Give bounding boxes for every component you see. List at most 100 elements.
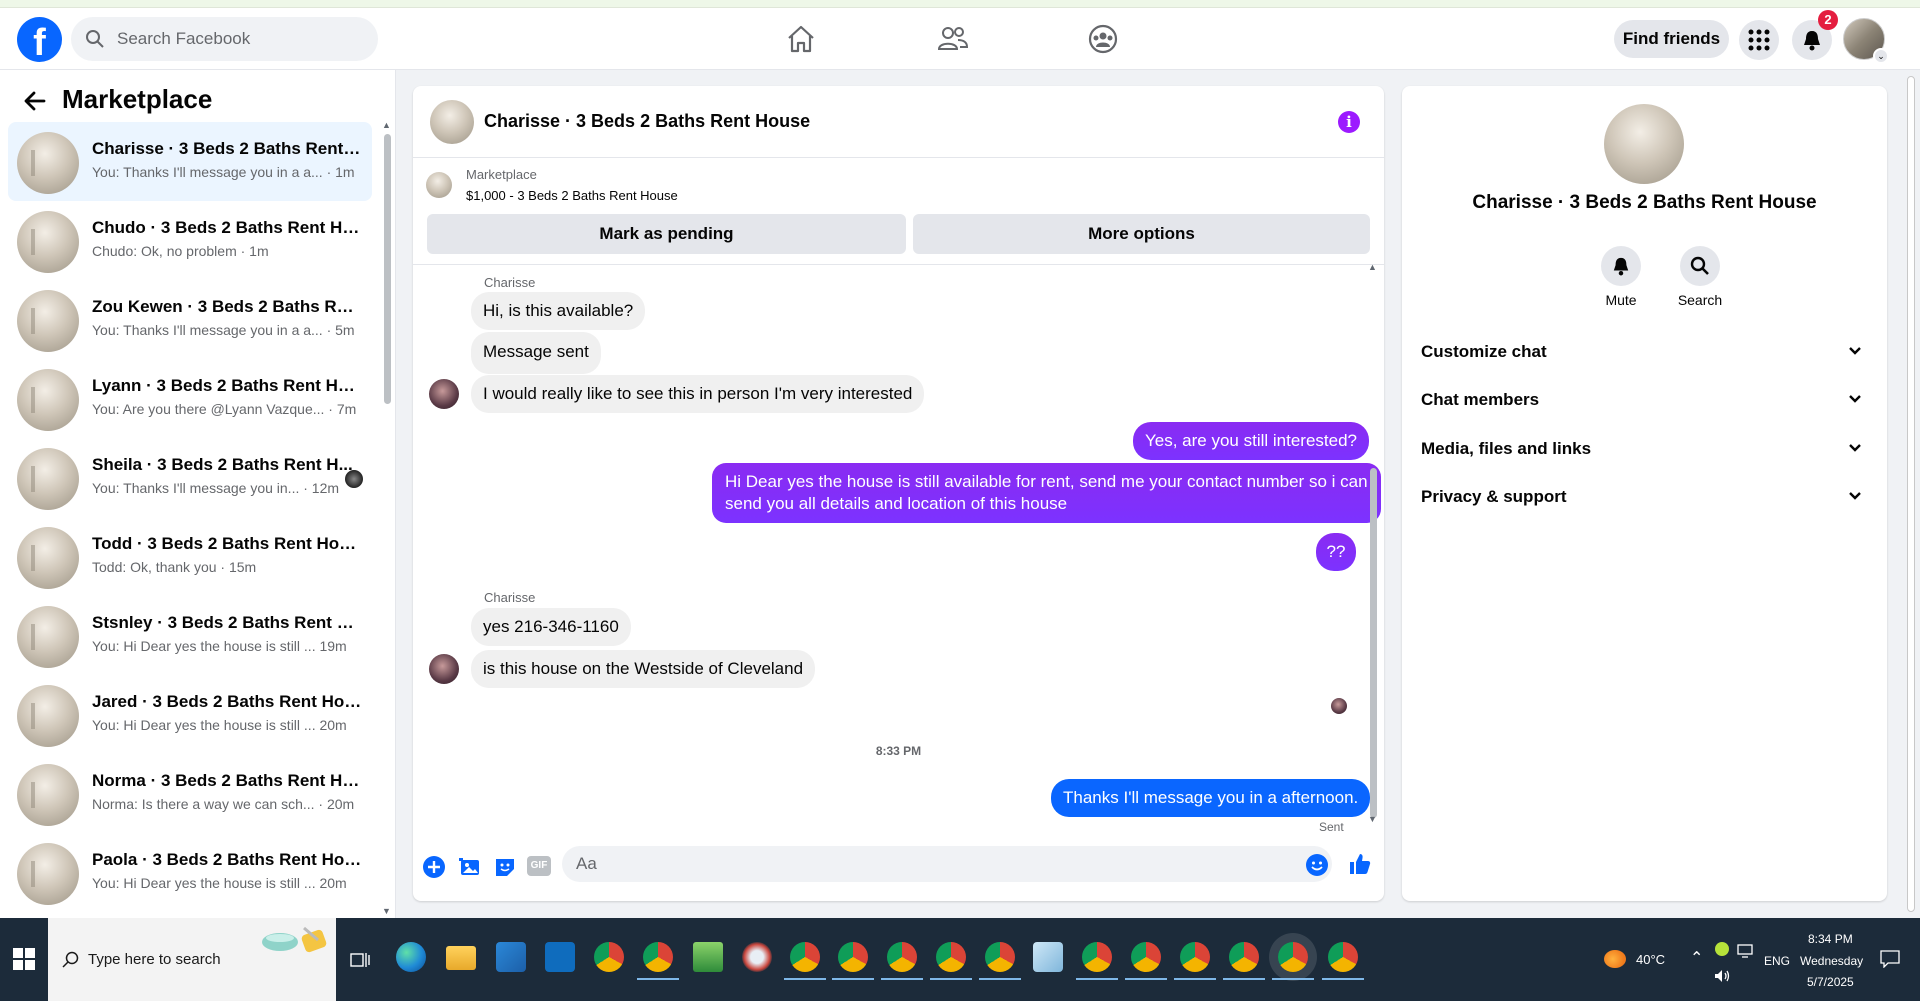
sender-avatar[interactable]: [429, 654, 459, 684]
scroll-down-icon[interactable]: ▼: [382, 906, 391, 916]
chrome-profile-icon[interactable]: [1076, 942, 1118, 980]
mute-button[interactable]: Mute: [1586, 246, 1656, 308]
chat-title[interactable]: Charisse · 3 Beds 2 Baths Rent House: [484, 111, 810, 132]
sender-name: Charisse: [484, 590, 536, 605]
message-bubble-outgoing[interactable]: Thanks I'll message you in a afternoon.: [1051, 779, 1371, 817]
conversation-item[interactable]: Todd · 3 Beds 2 Baths Rent House Todd: O…: [8, 517, 372, 596]
listing-price-title[interactable]: $1,000 - 3 Beds 2 Baths Rent House: [466, 188, 678, 203]
chat-members-row[interactable]: Chat members: [1418, 380, 1874, 420]
find-friends-button[interactable]: Find friends: [1614, 20, 1729, 58]
message-bubble-incoming[interactable]: is this house on the Westside of Clevela…: [471, 650, 816, 688]
windows-start-icon[interactable]: [13, 948, 35, 970]
language-indicator[interactable]: ENG: [1764, 954, 1790, 968]
file-explorer-icon[interactable]: [446, 946, 476, 970]
conversation-item[interactable]: Stsnley · 3 Beds 2 Baths Rent Ho... You:…: [8, 596, 372, 675]
scroll-down-icon[interactable]: ▼: [1368, 814, 1377, 824]
search-facebook[interactable]: [71, 17, 378, 61]
conversation-item[interactable]: Paola · 3 Beds 2 Baths Rent House You: H…: [8, 833, 372, 912]
customize-chat-row[interactable]: Customize chat: [1418, 332, 1874, 372]
thumbs-up-icon[interactable]: [1348, 852, 1372, 876]
scroll-up-icon[interactable]: ▲: [1368, 262, 1377, 272]
message-bubble-incoming[interactable]: I would really like to see this in perso…: [471, 375, 925, 413]
scroll-up-icon[interactable]: ▲: [382, 120, 391, 130]
emoji-icon[interactable]: [1305, 853, 1329, 877]
search-conversation-button[interactable]: Search: [1665, 246, 1735, 308]
network-icon[interactable]: [1737, 944, 1755, 958]
chrome-icon[interactable]: [594, 942, 624, 972]
chrome-profile-icon[interactable]: [784, 942, 826, 980]
listing-thumbnail: [17, 211, 79, 273]
chrome-profile-icon[interactable]: [832, 942, 874, 980]
conversation-item[interactable]: Charisse · 3 Beds 2 Baths Rent H... You:…: [8, 122, 372, 201]
chevron-up-icon[interactable]: ⌃: [1690, 948, 1703, 968]
weather-icon[interactable]: [1604, 950, 1626, 968]
plus-circle-icon[interactable]: [422, 855, 446, 879]
message-bubble-incoming[interactable]: Hi, is this available?: [471, 292, 646, 330]
browser-top-strip: [0, 0, 1920, 8]
task-view-icon[interactable]: [350, 950, 370, 970]
scrollbar-thumb[interactable]: [1370, 468, 1377, 818]
page-scrollbar[interactable]: [1902, 70, 1920, 918]
clock-day[interactable]: Wednesday: [1800, 954, 1863, 968]
chrome-profile-icon[interactable]: [881, 942, 923, 980]
edge-browser-icon[interactable]: [396, 942, 426, 972]
chrome-profile-icon[interactable]: [1174, 942, 1216, 980]
tray-status-icon[interactable]: [1715, 942, 1729, 956]
taskbar-search[interactable]: Type here to search: [48, 918, 336, 1001]
clock-date[interactable]: 5/7/2025: [1807, 975, 1854, 989]
friends-icon[interactable]: [936, 22, 970, 56]
message-bubble-incoming[interactable]: Message sent: [471, 332, 601, 374]
notes-app-icon[interactable]: [693, 942, 723, 972]
clock-time[interactable]: 8:34 PM: [1808, 932, 1853, 946]
mark-as-pending-button[interactable]: Mark as pending: [427, 214, 906, 254]
message-bubble-outgoing[interactable]: Yes, are you still interested?: [1133, 422, 1369, 460]
chrome-profile-icon[interactable]: [1272, 942, 1314, 980]
media-files-links-row[interactable]: Media, files and links: [1418, 429, 1874, 469]
volume-icon[interactable]: [1713, 968, 1731, 984]
outlook-icon[interactable]: [545, 942, 575, 972]
message-bubble-outgoing[interactable]: Hi Dear yes the house is still available…: [712, 463, 1381, 523]
weather-temperature[interactable]: 40°C: [1636, 952, 1665, 967]
conversation-item[interactable]: Jared · 3 Beds 2 Baths Rent House You: H…: [8, 675, 372, 754]
chrome-profile-icon[interactable]: [1125, 942, 1167, 980]
conversation-item[interactable]: Chudo · 3 Beds 2 Baths Rent Ho... Chudo:…: [8, 201, 372, 280]
conversation-item[interactable]: Lyann · 3 Beds 2 Baths Rent House You: A…: [8, 359, 372, 438]
conversation-item[interactable]: Zou Kewen · 3 Beds 2 Baths Rent... You: …: [8, 280, 372, 359]
info-icon[interactable]: i: [1338, 111, 1360, 133]
home-icon[interactable]: [784, 22, 818, 56]
message-bubble-incoming[interactable]: yes 216-346-1160: [471, 608, 631, 646]
back-arrow-icon[interactable]: [22, 88, 48, 114]
message-input[interactable]: [562, 846, 1332, 882]
scrollbar-thumb[interactable]: [384, 134, 391, 404]
chevron-down-icon[interactable]: ⌄: [1873, 48, 1889, 64]
chrome-profile-icon[interactable]: [930, 942, 972, 980]
notepad-icon[interactable]: [1033, 942, 1063, 972]
chat-avatar[interactable]: [430, 100, 474, 144]
chrome-profile-icon[interactable]: [979, 942, 1021, 980]
photo-icon[interactable]: [458, 855, 482, 879]
chrome-profile-icon[interactable]: [1322, 942, 1364, 980]
listing-thumbnail[interactable]: [426, 172, 452, 198]
snipping-tool-icon[interactable]: [742, 942, 772, 972]
search-input[interactable]: [109, 17, 369, 61]
menu-button[interactable]: [1739, 20, 1779, 60]
facebook-logo-icon[interactable]: f: [17, 17, 62, 62]
chrome-profile-icon[interactable]: [637, 942, 679, 980]
privacy-support-row[interactable]: Privacy & support: [1418, 477, 1874, 517]
scrollbar-thumb[interactable]: [1907, 76, 1915, 912]
time-separator: 8:33 PM: [875, 744, 922, 758]
gif-icon[interactable]: GIF: [527, 856, 551, 876]
more-options-button[interactable]: More options: [913, 214, 1370, 254]
conversation-avatar[interactable]: [1604, 104, 1684, 184]
conversation-item[interactable]: Sheila · 3 Beds 2 Baths Rent H... You: T…: [8, 438, 372, 517]
sidebar-scrollbar[interactable]: ▲ ▼: [382, 120, 392, 916]
message-bubble-outgoing[interactable]: ??: [1316, 533, 1356, 571]
chat-scrollbar[interactable]: ▲ ▼: [1367, 262, 1379, 828]
sticker-icon[interactable]: [493, 855, 517, 879]
conversation-item[interactable]: Norma · 3 Beds 2 Baths Rent Ho... Norma:…: [8, 754, 372, 833]
sender-avatar[interactable]: [429, 379, 459, 409]
chrome-profile-icon[interactable]: [1223, 942, 1265, 980]
notification-center-icon[interactable]: [1880, 950, 1900, 968]
groups-icon[interactable]: [1086, 22, 1120, 56]
microsoft-store-icon[interactable]: [496, 942, 526, 972]
